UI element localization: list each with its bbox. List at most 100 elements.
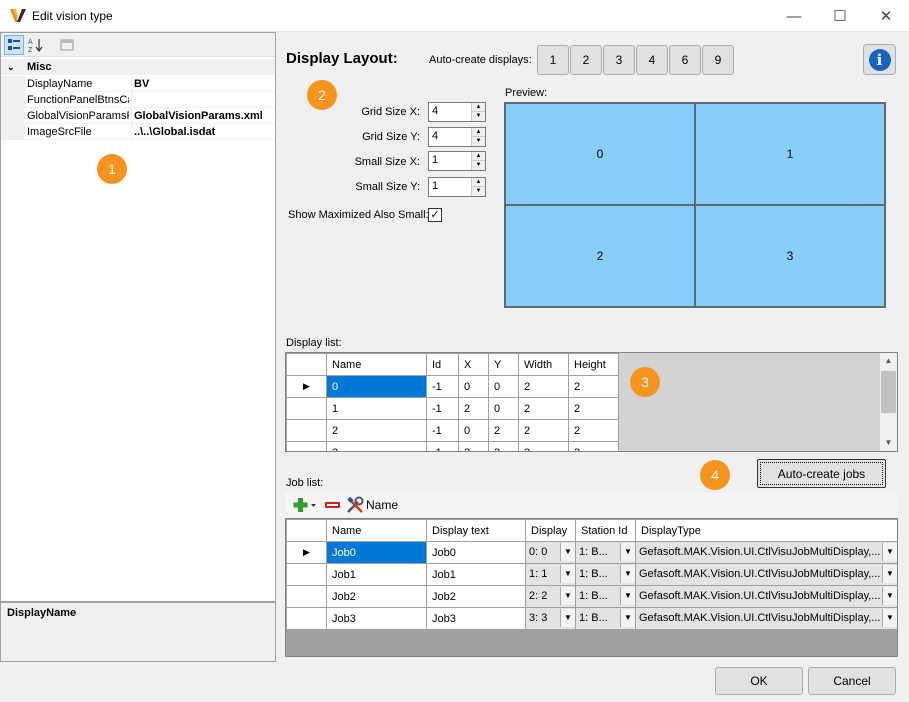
table-cell[interactable]: 0 [488,397,519,420]
collapse-chevron-icon[interactable]: ⌄ [7,59,15,75]
chevron-down-icon[interactable]: ▼ [560,543,575,561]
chevron-down-icon[interactable]: ▼ [882,587,897,605]
table-cell[interactable]: 2 [568,397,619,420]
categorized-view-button[interactable] [4,35,24,55]
column-header[interactable]: X [458,353,489,376]
display-dropdown[interactable]: 0: 0 ▼ [525,541,576,564]
auto-create-2-button[interactable]: 2 [570,45,602,75]
alphabetical-view-button[interactable]: A Z [26,35,46,55]
spin-down-icon[interactable]: ▼ [472,112,485,121]
displaytype-dropdown[interactable]: Gefasoft.MAK.Vision.UI.CtlVisuJobMultiDi… [635,607,897,630]
table-row[interactable]: ▶ Job0 Job0 0: 0 ▼ 1: B... ▼ Gefasoft.MAK.… [286,541,897,564]
spin-up-icon[interactable]: ▲ [472,178,485,187]
table-row[interactable]: Job2 Job2 2: 2 ▼ 1: B... ▼ Gefasoft.MAK.Vi… [286,585,897,608]
display-dropdown[interactable]: 3: 3 ▼ [525,607,576,630]
ok-button[interactable]: OK [715,667,803,695]
column-header[interactable]: DisplayType [635,519,897,542]
table-cell[interactable]: 2 [518,375,569,398]
table-cell[interactable]: Job0 [326,541,427,564]
station-dropdown[interactable]: 1: B... ▼ [575,585,636,608]
displaytype-dropdown[interactable]: Gefasoft.MAK.Vision.UI.CtlVisuJobMultiDi… [635,541,897,564]
chevron-down-icon[interactable]: ▼ [882,565,897,583]
close-button[interactable]: ✕ [863,0,909,32]
display-dropdown[interactable]: 2: 2 ▼ [525,585,576,608]
spin-down-icon[interactable]: ▼ [472,161,485,170]
scroll-up-icon[interactable]: ▲ [880,353,897,369]
tools-icon[interactable] [346,496,364,514]
category-misc[interactable]: ⌄ Misc [1,59,275,75]
table-cell[interactable]: 2 [458,441,489,451]
table-row[interactable]: Job1 Job1 1: 1 ▼ 1: B... ▼ Gefasoft.MAK.Vi… [286,563,897,586]
chevron-down-icon[interactable]: ▼ [620,587,635,605]
chevron-down-icon[interactable]: ▼ [620,543,635,561]
table-cell[interactable]: Job0 [426,541,526,564]
table-cell[interactable]: 2 [458,397,489,420]
show-maximized-checkbox[interactable]: ✓ [428,208,442,222]
table-cell[interactable]: -1 [426,375,459,398]
table-cell[interactable]: 3 [326,441,427,451]
station-dropdown[interactable]: 1: B... ▼ [575,541,636,564]
auto-create-3-button[interactable]: 3 [603,45,635,75]
property-row-functionpanel[interactable]: FunctionPanelBtnsCa [1,92,275,108]
property-row-imagesrcfile[interactable]: ImageSrcFile ..\..\Global.isdat [1,124,275,140]
minimize-button[interactable]: — [771,0,817,32]
column-header[interactable]: Height [568,353,619,376]
grid-size-x-value[interactable]: 4 [432,105,438,117]
auto-create-6-button[interactable]: 6 [669,45,701,75]
station-dropdown[interactable]: 1: B... ▼ [575,563,636,586]
displaytype-dropdown[interactable]: Gefasoft.MAK.Vision.UI.CtlVisuJobMultiDi… [635,585,897,608]
table-cell[interactable]: 2 [518,441,569,451]
column-header[interactable]: Name [326,353,427,376]
station-dropdown[interactable]: 1: B... ▼ [575,607,636,630]
spin-up-icon[interactable]: ▲ [472,128,485,137]
table-row[interactable]: ▶ 0 -1 0 0 2 2 [286,375,619,398]
chevron-down-icon[interactable]: ▼ [620,609,635,627]
property-pages-button[interactable] [57,35,77,55]
table-cell[interactable]: 0 [458,419,489,442]
column-header[interactable]: Y [488,353,519,376]
column-header[interactable]: Id [426,353,459,376]
remove-job-button[interactable] [324,498,341,512]
table-cell[interactable]: Job2 [426,585,526,608]
chevron-down-icon[interactable]: ▼ [560,565,575,583]
table-cell[interactable]: 2 [488,419,519,442]
display-dropdown[interactable]: 1: 1 ▼ [525,563,576,586]
table-cell[interactable]: Job2 [326,585,427,608]
table-cell[interactable]: -1 [426,397,459,420]
small-size-y-value[interactable]: 1 [432,180,438,192]
small-size-x-spinner[interactable]: 1 ▲ ▼ [428,151,486,171]
property-value[interactable]: ..\..\Global.isdat [131,124,275,140]
grid-size-y-spinner[interactable]: 4 ▲ ▼ [428,127,486,147]
table-cell[interactable]: Job3 [326,607,427,630]
table-row[interactable]: 3 -1 2 2 2 2 [286,441,619,451]
table-cell[interactable]: 2 [568,441,619,451]
column-header[interactable]: Name [326,519,427,542]
small-size-x-value[interactable]: 1 [432,154,438,166]
chevron-down-icon[interactable]: ▼ [882,543,897,561]
table-row[interactable]: 1 -1 2 0 2 2 [286,397,619,420]
grid-size-x-spinner[interactable]: 4 ▲ ▼ [428,102,486,122]
chevron-down-icon[interactable]: ▼ [560,587,575,605]
table-cell[interactable]: 2 [488,441,519,451]
chevron-down-icon[interactable]: ▼ [560,609,575,627]
column-header[interactable]: Display text [426,519,526,542]
column-header[interactable]: Display [525,519,576,542]
table-cell[interactable]: 2 [518,397,569,420]
table-cell[interactable]: -1 [426,419,459,442]
table-cell[interactable]: 2 [326,419,427,442]
table-cell[interactable]: Job1 [326,563,427,586]
table-cell[interactable]: 1 [326,397,427,420]
property-row-displayname[interactable]: DisplayName BV [1,76,275,92]
chevron-down-icon[interactable]: ▼ [620,565,635,583]
table-cell[interactable]: 0 [458,375,489,398]
cancel-button[interactable]: Cancel [808,667,896,695]
table-row[interactable]: 2 -1 0 2 2 2 [286,419,619,442]
property-value[interactable] [131,92,275,108]
auto-create-jobs-button[interactable]: Auto-create jobs [757,459,886,488]
display-list-scrollbar[interactable]: ▲ ▼ [880,353,897,451]
scroll-thumb[interactable] [881,371,896,413]
auto-create-1-button[interactable]: 1 [537,45,569,75]
table-cell[interactable]: 2 [568,375,619,398]
auto-create-4-button[interactable]: 4 [636,45,668,75]
auto-create-9-button[interactable]: 9 [702,45,734,75]
